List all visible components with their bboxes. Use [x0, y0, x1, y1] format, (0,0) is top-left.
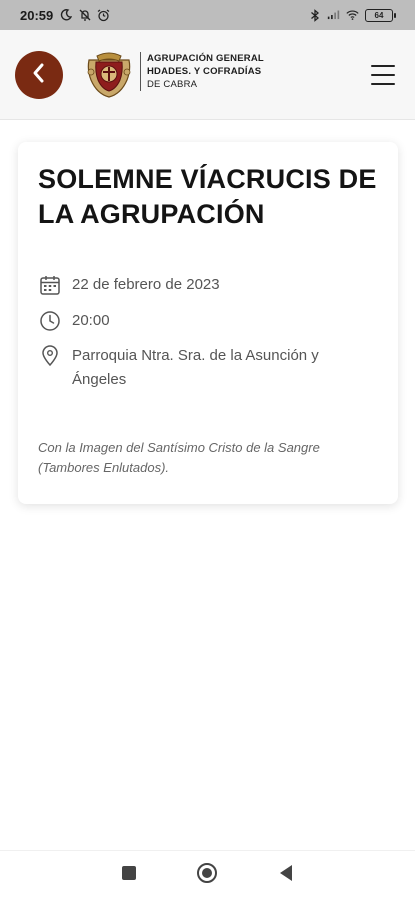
event-title: SOLEMNE VÍACRUCIS DE LA AGRUPACIÓN	[38, 164, 377, 229]
menu-bar-middle	[371, 74, 395, 76]
chevron-left-icon	[30, 62, 48, 89]
recent-apps-button[interactable]	[117, 864, 141, 888]
event-time: 20:00	[72, 312, 110, 329]
hamburger-menu-icon[interactable]	[371, 65, 395, 85]
home-button[interactable]	[195, 862, 219, 889]
app-header: AGRUPACIÓN GENERAL HDADES. Y COFRADÍAS D…	[0, 30, 415, 120]
brotherhood-crest-logo	[83, 50, 135, 100]
status-time: 20:59	[20, 7, 54, 23]
signal-icon	[327, 9, 340, 22]
map-pin-icon	[38, 344, 62, 368]
event-location: Parroquia Ntra. Sra. de la Asunción y Án…	[72, 347, 319, 388]
status-bar: 20:59 64	[0, 0, 415, 30]
brand-line-3: DE CABRA	[147, 79, 198, 90]
muted-bell-icon	[78, 9, 91, 22]
triangle-back-icon	[278, 864, 294, 887]
status-bar-left: 20:59	[20, 8, 110, 23]
alarm-icon	[97, 9, 110, 22]
event-date-row: 22 de febrero de 2023	[38, 273, 220, 297]
menu-bar-bottom	[371, 83, 395, 85]
system-navigation-bar	[0, 850, 415, 900]
circle-home-icon	[196, 862, 218, 889]
brand-line-1: AGRUPACIÓN GENERAL	[147, 53, 264, 64]
brand-line-2: HDADES. Y COFRADÍAS	[147, 66, 262, 77]
event-note: Con la Imagen del Santísimo Cristo de la…	[38, 440, 320, 475]
menu-bar-top	[371, 65, 395, 67]
back-button[interactable]	[15, 51, 63, 99]
battery-level: 64	[374, 10, 384, 20]
event-card: SOLEMNE VÍACRUCIS DE LA AGRUPACIÓN 22 de…	[18, 142, 398, 504]
moon-icon	[59, 9, 72, 22]
bluetooth-icon	[308, 8, 321, 22]
event-location-row: Parroquia Ntra. Sra. de la Asunción y Án…	[38, 344, 368, 392]
status-bar-right: 64	[308, 8, 396, 22]
calendar-icon	[38, 273, 62, 297]
brand-title: AGRUPACIÓN GENERAL HDADES. Y COFRADÍAS D…	[140, 52, 264, 91]
clock-icon	[38, 309, 62, 333]
event-time-row: 20:00	[38, 309, 110, 333]
event-date: 22 de febrero de 2023	[72, 276, 220, 293]
square-icon	[121, 865, 137, 886]
battery-icon: 64	[365, 8, 396, 22]
back-nav-button[interactable]	[274, 864, 298, 888]
wifi-icon	[346, 9, 359, 22]
